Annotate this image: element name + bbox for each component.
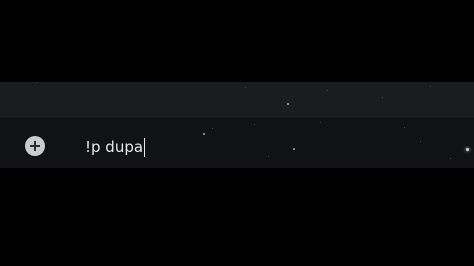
background-star — [327, 90, 328, 91]
message-composer: !p dupa — [0, 119, 474, 168]
chat-app: !p dupa — [0, 82, 474, 168]
message-list — [0, 82, 474, 118]
background-star — [450, 158, 451, 159]
plus-circle-icon — [30, 141, 40, 151]
background-star — [212, 128, 213, 129]
background-star — [245, 87, 246, 88]
background-star — [382, 97, 383, 98]
background-star — [268, 156, 269, 157]
background-star — [203, 133, 205, 135]
background-star — [36, 82, 37, 83]
message-input-text: !p dupa — [85, 138, 144, 156]
background-star — [420, 141, 421, 142]
background-star — [287, 103, 289, 105]
message-input[interactable]: !p dupa — [85, 136, 146, 158]
attach-button[interactable] — [25, 136, 45, 156]
background-star — [254, 124, 255, 125]
background-star — [466, 148, 469, 151]
background-star — [293, 148, 295, 150]
background-star — [430, 86, 431, 87]
video-frame: !p dupa — [0, 0, 474, 266]
background-star — [320, 122, 321, 123]
text-caret — [144, 137, 146, 157]
background-star — [404, 127, 405, 128]
